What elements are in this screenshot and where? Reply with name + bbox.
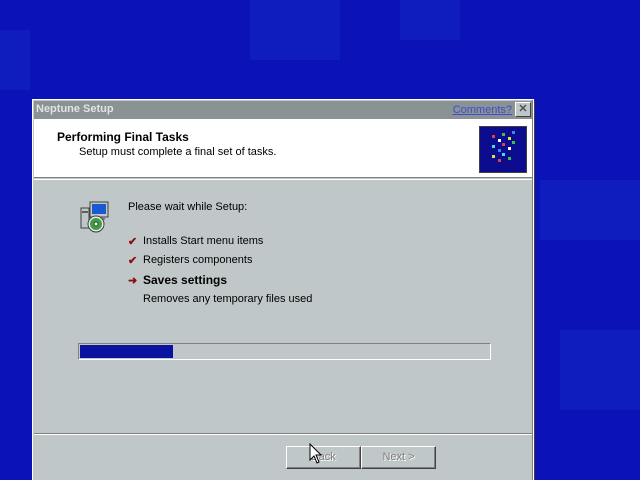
progress-fill — [80, 345, 173, 358]
desktop-tile — [0, 30, 30, 90]
arrow-right-icon: ➜ — [128, 275, 138, 287]
task-label: Installs Start menu items — [143, 235, 264, 247]
computer-with-cd-icon — [78, 200, 112, 234]
dialog-header: Performing Final Tasks Setup must comple… — [34, 119, 532, 178]
check-icon: ✔ — [128, 236, 138, 248]
progress-bar — [78, 343, 491, 360]
task-label: Registers components — [143, 254, 253, 266]
desktop-tile — [400, 0, 460, 40]
setup-dialog: Neptune Setup Comments? ✕ Performing Fin… — [32, 99, 534, 480]
desktop-tile — [560, 330, 640, 410]
logo-dot — [498, 159, 501, 162]
logo-dot — [512, 141, 515, 144]
back-button-label: Back — [311, 451, 336, 463]
logo-dot — [502, 153, 505, 156]
page-title: Performing Final Tasks — [57, 130, 189, 144]
check-icon: ✔ — [128, 255, 138, 267]
logo-dot — [492, 135, 495, 138]
logo-dot — [502, 133, 505, 136]
desktop-tile — [540, 180, 640, 240]
logo-dot — [508, 137, 511, 140]
back-button[interactable]: Back — [286, 446, 361, 469]
header-divider — [34, 179, 532, 180]
logo-dot — [508, 147, 511, 150]
logo-dot — [498, 149, 501, 152]
footer-divider — [34, 433, 532, 435]
page-subtitle: Setup must complete a final set of tasks… — [79, 146, 277, 158]
title-bar[interactable]: Neptune Setup Comments? ✕ — [34, 101, 532, 119]
next-button-label: Next > — [382, 451, 415, 463]
logo-dot — [492, 145, 495, 148]
window-title: Neptune Setup — [36, 103, 114, 115]
close-button[interactable]: ✕ — [515, 102, 531, 117]
logo-dot — [512, 131, 515, 134]
neptune-logo-icon — [479, 126, 527, 173]
desktop-tile — [250, 0, 340, 60]
logo-dot — [492, 155, 495, 158]
logo-dot — [508, 157, 511, 160]
logo-dot — [498, 139, 501, 142]
task-label: Saves settings — [143, 273, 228, 287]
next-button[interactable]: Next > — [361, 446, 436, 469]
logo-dot — [502, 143, 505, 146]
close-icon: ✕ — [518, 103, 528, 115]
wait-message: Please wait while Setup: — [128, 201, 248, 213]
task-label: Removes any temporary files used — [143, 293, 313, 305]
comments-link[interactable]: Comments? — [453, 104, 512, 116]
